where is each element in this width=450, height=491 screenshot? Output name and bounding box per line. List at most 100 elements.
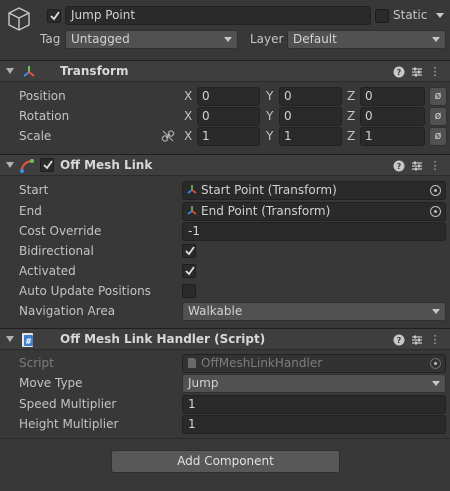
foldout-arrow-icon[interactable] [6, 68, 14, 74]
tag-dropdown[interactable]: Untagged [65, 30, 238, 49]
help-icon[interactable]: ? [392, 158, 406, 174]
position-label: Position [19, 89, 66, 103]
header-icons: ? ⋮ [392, 332, 442, 348]
presets-icon[interactable] [410, 332, 424, 348]
static-label: Static [393, 8, 428, 22]
scale-label: Scale [19, 129, 52, 143]
script-file-icon [186, 357, 198, 369]
rotation-z-input[interactable]: 0 [360, 107, 425, 126]
move-type-value: Jump [188, 376, 219, 390]
section-divider [0, 438, 450, 439]
handler-title: Off Mesh Link Handler (Script) [60, 332, 266, 346]
layer-dropdown[interactable]: Default [287, 30, 446, 49]
object-picker-icon[interactable] [430, 206, 441, 217]
svg-text:?: ? [397, 162, 402, 171]
auto-update-checkbox[interactable] [182, 284, 196, 298]
auto-update-label: Auto Update Positions [19, 284, 151, 298]
add-component-button[interactable]: Add Component [111, 450, 340, 473]
activated-label: Activated [19, 264, 76, 278]
static-checkbox[interactable] [375, 9, 389, 23]
cost-override-label: Cost Override [19, 224, 102, 238]
chevron-down-icon [432, 37, 440, 42]
offmeshlink-title: Off Mesh Link [60, 158, 153, 172]
activated-checkbox[interactable] [182, 264, 196, 278]
transform-icon [186, 184, 198, 196]
presets-icon[interactable] [410, 64, 424, 80]
rotation-reset-button[interactable]: ø [429, 107, 447, 126]
rotation-x-input[interactable]: 0 [197, 107, 260, 126]
tag-label: Tag [40, 32, 61, 46]
start-object-value: Start Point (Transform) [201, 183, 337, 197]
script-icon: # [21, 332, 36, 348]
end-object-field[interactable]: End Point (Transform) [182, 202, 446, 221]
offmeshlink-enabled-checkbox[interactable] [40, 158, 54, 172]
transform-header[interactable]: Transform ? ⋮ [0, 60, 450, 82]
position-x-input[interactable]: 0 [197, 87, 260, 106]
object-picker-icon [430, 358, 441, 369]
bidirectional-label: Bidirectional [19, 244, 94, 258]
height-multiplier-input[interactable]: 1 [182, 415, 446, 434]
scale-z-axis[interactable]: Z [347, 129, 355, 143]
offmeshlink-icon [19, 158, 35, 174]
navigation-area-label: Navigation Area [19, 304, 116, 318]
scale-y-axis[interactable]: Y [266, 129, 273, 143]
scale-x-axis[interactable]: X [184, 129, 192, 143]
object-picker-icon[interactable] [430, 185, 441, 196]
bidirectional-checkbox[interactable] [182, 244, 196, 258]
transform-icon [21, 64, 37, 80]
position-x-axis[interactable]: X [184, 89, 192, 103]
svg-text:?: ? [397, 336, 402, 345]
rotation-y-axis[interactable]: Y [266, 109, 273, 123]
move-type-label: Move Type [19, 376, 83, 390]
end-label: End [19, 204, 42, 218]
more-options-icon[interactable]: ⋮ [428, 64, 442, 80]
scale-z-input[interactable]: 1 [360, 127, 425, 146]
foldout-arrow-icon[interactable] [6, 336, 14, 342]
speed-multiplier-label: Speed Multiplier [19, 397, 117, 411]
speed-multiplier-input[interactable]: 1 [182, 395, 446, 414]
scale-y-input[interactable]: 1 [279, 127, 342, 146]
rotation-x-axis[interactable]: X [184, 109, 192, 123]
gameobject-cube-icon [6, 6, 32, 32]
scale-reset-button[interactable]: ø [429, 127, 447, 146]
chevron-down-icon [224, 37, 232, 42]
start-object-field[interactable]: Start Point (Transform) [182, 181, 446, 200]
gameobject-name-input[interactable]: Jump Point [65, 6, 371, 25]
gameobject-active-checkbox[interactable] [47, 9, 61, 23]
move-type-dropdown[interactable]: Jump [182, 374, 446, 393]
position-y-input[interactable]: 0 [279, 87, 342, 106]
script-object-value: OffMeshLinkHandler [201, 356, 323, 370]
cost-override-input[interactable]: -1 [182, 222, 446, 241]
start-label: Start [19, 183, 49, 197]
svg-text:#: # [25, 337, 32, 346]
scale-x-input[interactable]: 1 [197, 127, 260, 146]
navigation-area-dropdown[interactable]: Walkable [182, 302, 446, 321]
layer-label: Layer [250, 32, 284, 46]
foldout-arrow-icon[interactable] [6, 162, 14, 168]
rotation-z-axis[interactable]: Z [347, 109, 355, 123]
transform-icon [186, 205, 198, 217]
help-icon[interactable]: ? [392, 332, 406, 348]
svg-text:?: ? [397, 68, 402, 77]
script-object-field: OffMeshLinkHandler [182, 354, 446, 373]
end-object-value: End Point (Transform) [201, 204, 331, 218]
rotation-label: Rotation [19, 109, 70, 123]
offmeshlink-header[interactable]: Off Mesh Link ? ⋮ [0, 154, 450, 176]
position-y-axis[interactable]: Y [266, 89, 273, 103]
position-z-axis[interactable]: Z [347, 89, 355, 103]
more-options-icon[interactable]: ⋮ [428, 332, 442, 348]
handler-header[interactable]: # Off Mesh Link Handler (Script) ? ⋮ [0, 328, 450, 350]
chevron-down-icon [432, 381, 440, 386]
navigation-area-value: Walkable [188, 304, 243, 318]
header-icons: ? ⋮ [392, 158, 442, 174]
presets-icon[interactable] [410, 158, 424, 174]
scale-lock-link-icon[interactable] [161, 129, 175, 143]
position-reset-button[interactable]: ø [429, 87, 447, 106]
rotation-y-input[interactable]: 0 [279, 107, 342, 126]
static-dropdown-arrow[interactable] [436, 13, 444, 18]
transform-title: Transform [60, 64, 129, 78]
more-options-icon[interactable]: ⋮ [428, 158, 442, 174]
position-z-input[interactable]: 0 [360, 87, 425, 106]
tag-value: Untagged [71, 32, 130, 46]
help-icon[interactable]: ? [392, 64, 406, 80]
